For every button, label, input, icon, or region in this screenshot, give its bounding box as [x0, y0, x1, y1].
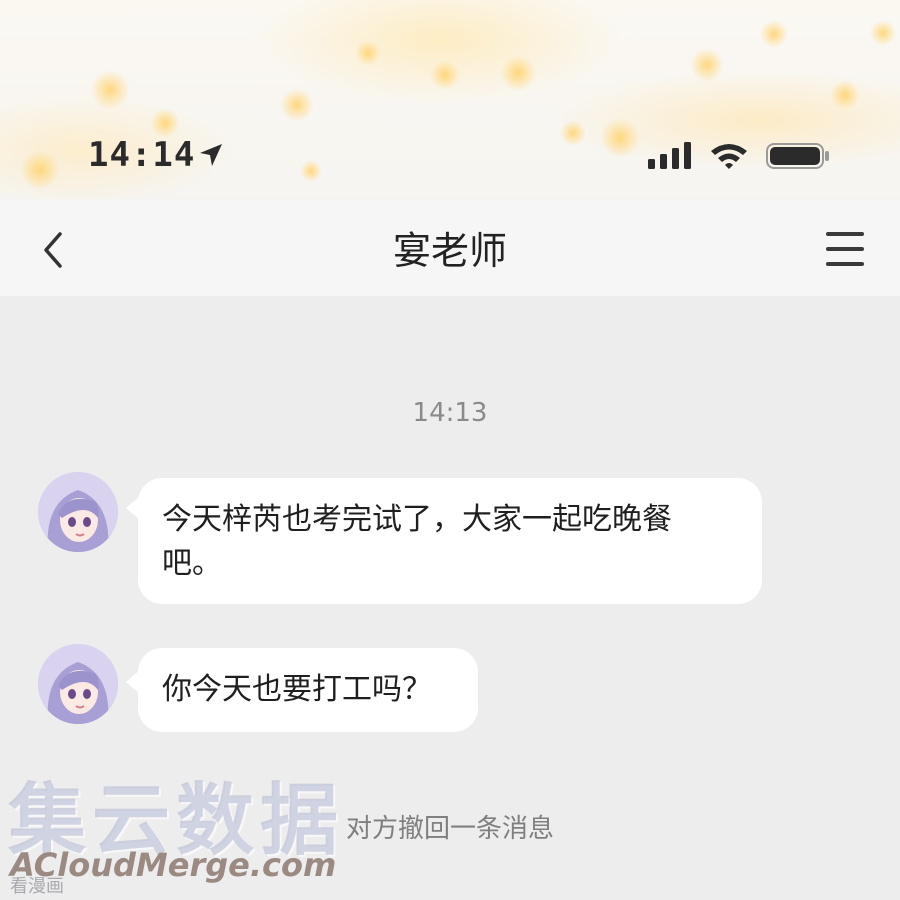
avatar-portrait-icon — [38, 644, 118, 724]
message-text-line: 你今天也要打工吗？ — [162, 672, 432, 707]
location-arrow-icon — [200, 144, 222, 166]
battery-icon — [766, 143, 829, 169]
chat-screen: 14:14 宴老师 14:13 今天梓芮也考完试了，大家一起吃晚餐 吧。 你今天… — [0, 0, 900, 900]
watermark-site: 看漫画 — [10, 876, 64, 897]
chat-title: 宴老师 — [392, 229, 507, 273]
avatar-portrait-icon — [38, 472, 118, 552]
avatar[interactable] — [38, 644, 118, 724]
message-text-line: 今天梓芮也考完试了，大家一起吃晚餐 — [162, 502, 672, 537]
message-bubble[interactable]: 今天梓芮也考完试了，大家一起吃晚餐 吧。 — [138, 478, 762, 604]
nav-bar: 宴老师 — [0, 200, 900, 296]
avatar[interactable] — [38, 472, 118, 552]
timestamp-divider: 14:13 — [412, 398, 488, 428]
message-bubble[interactable]: 你今天也要打工吗？ — [138, 648, 478, 732]
status-time: 14:14 — [88, 135, 196, 175]
message-text-line: 吧。 — [162, 546, 222, 581]
menu-icon[interactable] — [822, 230, 868, 270]
wifi-icon — [711, 144, 747, 169]
status-bar: 14:14 — [0, 125, 900, 185]
cellular-signal-icon — [648, 142, 691, 169]
